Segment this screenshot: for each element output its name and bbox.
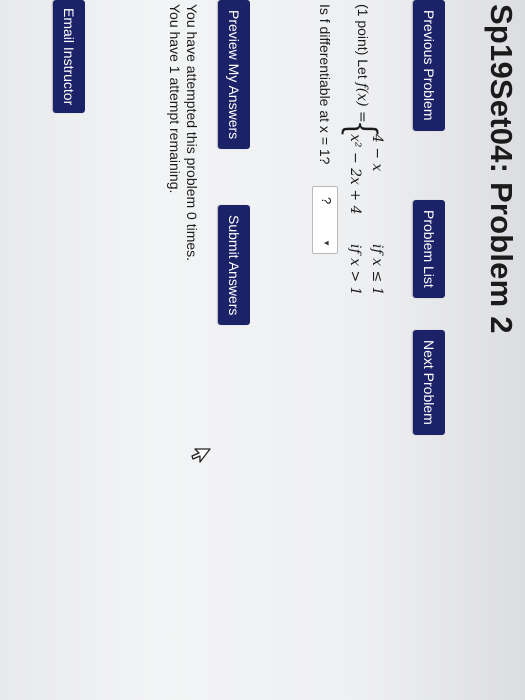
- piece-condition: if x > 1: [347, 244, 363, 296]
- function-definition: f(x) =: [354, 82, 370, 123]
- preview-answers-button[interactable]: Preview My Answers: [218, 0, 250, 150]
- attempt-status: You have attempted this problem 0 times.…: [166, 4, 200, 261]
- email-instructor-button[interactable]: Email Instructor: [53, 0, 85, 114]
- points-label: (1 point) Let: [355, 4, 371, 79]
- problem-question: Is f differentiable at x = 1?: [317, 4, 333, 165]
- answer-selected-value: ?: [319, 197, 334, 205]
- screen: Sp19Set04: Problem 2 Previous Problem Pr…: [0, 0, 525, 700]
- mouse-pointer-icon: [191, 448, 211, 463]
- problem-page: Sp19Set04: Problem 2 Previous Problem Pr…: [0, 0, 525, 700]
- problem-list-button[interactable]: Problem List: [413, 200, 445, 298]
- problem-intro: (1 point) Let f(x) =: [354, 4, 371, 123]
- next-problem-button[interactable]: Next Problem: [413, 330, 445, 435]
- previous-problem-button[interactable]: Previous Problem: [413, 0, 445, 131]
- piece-condition: if x ≤ 1: [369, 244, 385, 296]
- caret-down-icon: ▼: [322, 239, 331, 247]
- attempted-count-text: You have attempted this problem 0 times.: [184, 4, 200, 262]
- attempts-remaining-text: You have 1 attempt remaining.: [167, 4, 183, 194]
- piece-expression: 4 − x: [369, 134, 385, 172]
- answer-select[interactable]: ? ▼: [312, 186, 338, 254]
- piece-expression: x² − 2x + 4: [347, 134, 363, 215]
- submit-answers-button[interactable]: Submit Answers: [218, 205, 250, 326]
- page-title: Sp19Set04: Problem 2: [484, 4, 519, 334]
